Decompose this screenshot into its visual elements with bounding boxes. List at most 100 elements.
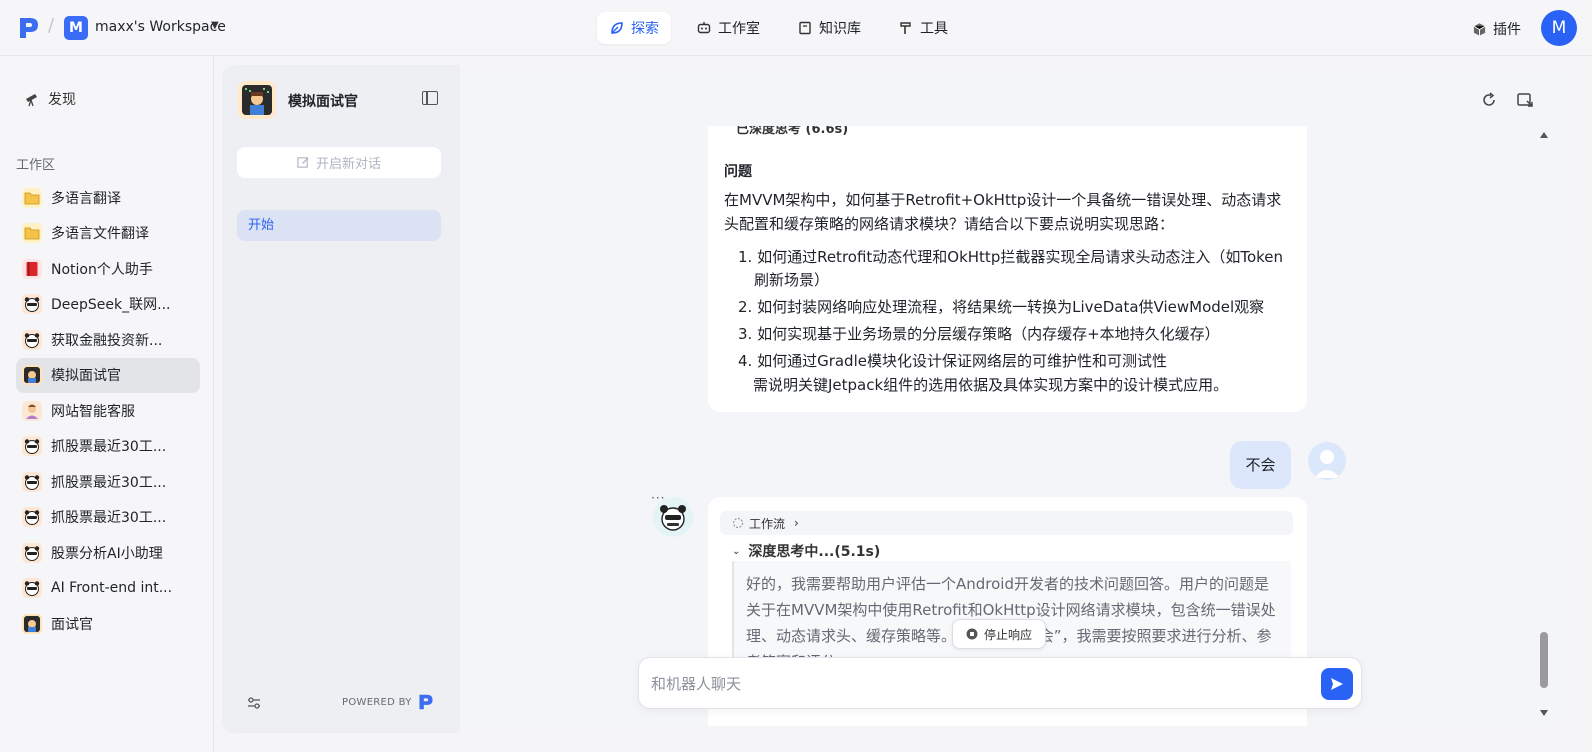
settings-sliders-icon[interactable]	[246, 695, 262, 711]
panda-avatar-icon	[22, 294, 42, 315]
sidebar-item-label: 获取金融投资新...	[51, 332, 163, 349]
sidebar-item-label: 面试官	[51, 616, 93, 633]
sidebar-item-support[interactable]: 网站智能客服	[16, 393, 200, 429]
user-message-bubble: 不会	[1230, 441, 1291, 489]
sidebar-item-interviewer[interactable]: 面试官	[16, 606, 200, 642]
tab-knowledge[interactable]: 知识库	[785, 12, 873, 44]
tab-label: 探索	[631, 21, 659, 37]
deep-thinking-label: 深度思考中...(5.1s)	[748, 544, 881, 560]
book-icon	[799, 21, 811, 35]
new-chat-button[interactable]: 开启新对话	[237, 147, 441, 178]
question-title: 问题	[724, 164, 752, 180]
interviewer-avatar-icon	[22, 613, 42, 634]
sidebar-item-label: 抓股票最近30工...	[51, 510, 167, 527]
send-icon	[1331, 678, 1343, 690]
interviewer-avatar-icon	[22, 365, 42, 386]
deep-thinking-toggle[interactable]: ⌄ 深度思考中...(5.1s)	[732, 541, 880, 561]
list-item: 3. 如何实现基于业务场景的分层缓存策略（内存缓存+本地持久化缓存）	[738, 325, 1220, 343]
workspace-sidebar: 发现 工作区 多语言翻译 多语言文件翻译 Notion个人助手 DeepSeek…	[0, 57, 214, 752]
share-icon[interactable]	[1516, 91, 1534, 109]
bot-panel: 模拟面试官 开启新对话 开始 POWERED BY	[222, 65, 460, 733]
loading-spinner-icon	[732, 517, 744, 529]
powered-by: POWERED BY	[342, 693, 434, 711]
sidebar-item-label: 多语言文件翻译	[51, 226, 149, 243]
plugin-label: 插件	[1493, 22, 1521, 38]
folder-icon	[22, 187, 42, 208]
chat-input[interactable]	[651, 672, 1291, 696]
chat-area: 已深度思考 (6.6s) 问题 在MVVM架构中，如何基于Retrofit+Ok…	[460, 72, 1572, 726]
sidebar-item-stock-3[interactable]: 抓股票最近30工...	[16, 500, 200, 536]
sidebar-item-label: 多语言翻译	[51, 190, 121, 207]
brand-logo-icon	[419, 694, 433, 710]
sidebar-item-stock-2[interactable]: 抓股票最近30工...	[16, 464, 200, 500]
sidebar-item-frontend[interactable]: AI Front-end int...	[16, 571, 200, 607]
user-avatar[interactable]: M	[1541, 10, 1577, 46]
stop-label: 停止响应	[983, 627, 1032, 642]
chevron-down-icon: ⌄	[732, 545, 741, 557]
cube-icon	[1473, 22, 1486, 36]
list-item: 4. 如何通过Gradle模块化设计保证网络层的可维护性和可测试性	[738, 352, 1167, 370]
sidebar-item-label: 网站智能客服	[51, 403, 135, 420]
question-note: 需说明关键Jetpack组件的选用依据及具体实现方案中的设计模式应用。	[753, 376, 1229, 394]
new-chat-label: 开启新对话	[315, 157, 381, 172]
panda-avatar-icon	[22, 471, 42, 492]
sidebar-item-translate[interactable]: 多语言翻译	[16, 180, 200, 216]
panda-avatar-icon	[22, 578, 42, 599]
sidebar-item-notion[interactable]: Notion个人助手	[16, 251, 200, 287]
tab-studio[interactable]: 工作室	[684, 12, 772, 44]
send-button[interactable]	[1321, 668, 1353, 700]
panda-avatar-icon	[22, 329, 42, 350]
sidebar-item-label: 模拟面试官	[51, 368, 121, 385]
question-body: 在MVVM架构中，如何基于Retrofit+OkHttp设计一个具备统一错误处理…	[724, 191, 1282, 233]
workspace-bot-list: 多语言翻译 多语言文件翻译 Notion个人助手 DeepSeek_联网... …	[16, 180, 200, 642]
chevron-down-icon[interactable]: ▼	[211, 20, 219, 31]
panda-avatar-icon	[22, 507, 42, 528]
breadcrumb-separator: /	[48, 15, 55, 36]
telescope-icon	[26, 94, 37, 107]
stop-response-button[interactable]: 停止响应	[952, 619, 1046, 649]
sidebar-item-label: Notion个人助手	[51, 261, 153, 278]
hammer-icon	[900, 22, 911, 34]
app-logo-icon[interactable]	[18, 16, 40, 40]
sidebar-item-finance[interactable]: 获取金融投资新...	[16, 322, 200, 358]
chat-header	[460, 72, 1572, 126]
tab-label: 工作室	[718, 21, 760, 37]
workspace-avatar[interactable]: M	[64, 16, 88, 40]
sidebar-item-stock-ai[interactable]: 股票分析AI小助理	[16, 535, 200, 571]
sidebar-item-mock-interviewer[interactable]: 模拟面试官	[16, 357, 200, 393]
scroll-up-arrow-icon[interactable]	[1540, 132, 1548, 138]
panda-avatar-icon	[22, 436, 42, 457]
scroll-thumb[interactable]	[1540, 632, 1548, 688]
tab-explore[interactable]: 探索	[597, 12, 671, 44]
list-item: 1. 如何通过Retrofit动态代理和OkHttp拦截器实现全局请求头动态注入…	[738, 248, 1284, 289]
workspace-name[interactable]: maxx's Workspace	[95, 19, 226, 35]
question-points: 1. 如何通过Retrofit动态代理和OkHttp拦截器实现全局请求头动态注入…	[738, 246, 1293, 377]
sidebar-item-label: 股票分析AI小助理	[51, 545, 163, 562]
workflow-label: 工作流	[749, 516, 786, 531]
sidebar-item-stock-1[interactable]: 抓股票最近30工...	[16, 429, 200, 465]
chat-scrollbar[interactable]	[1538, 126, 1550, 722]
sidebar-collapse-icon[interactable]	[422, 91, 438, 105]
tab-label: 知识库	[819, 21, 861, 37]
sidebar-item-deepseek[interactable]: DeepSeek_联网...	[16, 287, 200, 323]
tab-label: 工具	[920, 21, 948, 37]
sidebar-item-discover[interactable]: 发现	[24, 89, 76, 109]
section-label: 工作区	[16, 158, 56, 173]
edit-icon	[297, 157, 309, 168]
refresh-icon[interactable]	[1480, 91, 1498, 109]
conversation-item[interactable]: 开始	[237, 210, 441, 241]
list-item: 2. 如何封装网络响应处理流程，将结果统一转换为LiveData供ViewMod…	[738, 298, 1265, 316]
sidebar-item-label: 抓股票最近30工...	[51, 474, 167, 491]
top-bar: / M maxx's Workspace ▼ 探索 工作室 知识库 工具 插件 …	[0, 0, 1592, 56]
powered-by-label: POWERED BY	[342, 696, 412, 708]
plugin-button[interactable]: 插件	[1472, 19, 1521, 39]
tab-tools[interactable]: 工具	[886, 12, 960, 44]
robot-icon	[697, 22, 711, 34]
folder-icon	[22, 223, 42, 244]
sidebar-item-label: 抓股票最近30工...	[51, 439, 167, 456]
scroll-down-arrow-icon[interactable]	[1540, 710, 1548, 716]
chat-input-box	[638, 657, 1362, 709]
sidebar-item-file-translate[interactable]: 多语言文件翻译	[16, 216, 200, 252]
bot-message-avatar	[653, 497, 693, 537]
workflow-status[interactable]: 工作流 ›	[720, 511, 1293, 535]
